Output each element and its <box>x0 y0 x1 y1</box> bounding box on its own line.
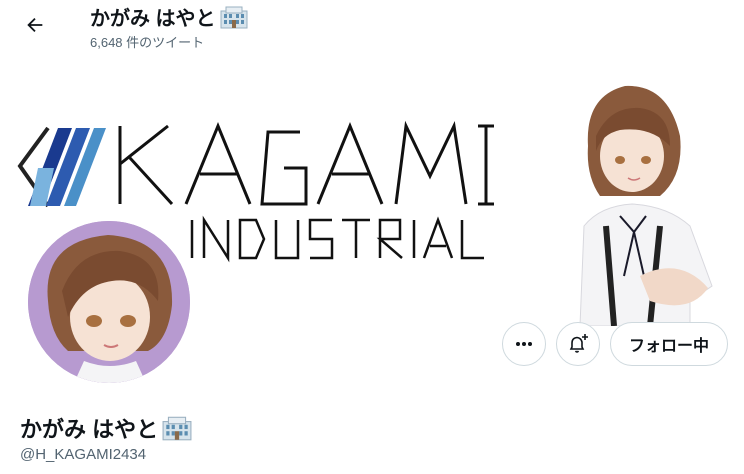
header-name: かがみ はやと <box>90 8 216 30</box>
profile-avatar[interactable] <box>25 218 193 386</box>
kagami-logo-mark <box>17 126 106 208</box>
more-button[interactable] <box>501 322 546 366</box>
profile-actions: フォロー中 <box>501 322 728 366</box>
kagami-wordmark <box>118 120 494 206</box>
display-name: かがみ はやと <box>20 417 159 442</box>
industrial-wordmark <box>190 215 484 263</box>
back-button[interactable] <box>18 8 52 42</box>
bell-plus-icon <box>569 334 588 353</box>
office-building-icon <box>162 416 192 441</box>
following-button[interactable]: フォロー中 <box>609 322 728 366</box>
tweet-count: 6,648 件のツイート <box>90 35 205 50</box>
avatar-image <box>28 221 190 383</box>
character-illustration <box>579 85 713 326</box>
notify-button[interactable] <box>555 322 600 366</box>
avatar-illustration <box>28 221 190 383</box>
header-title: かがみ はやと <box>90 2 248 31</box>
arrow-left-icon <box>27 17 43 33</box>
more-dots-icon <box>515 342 532 346</box>
profile-name-row: かがみ はやと <box>20 412 192 444</box>
user-handle: @H_KAGAMI2434 <box>20 446 147 463</box>
profile-header: かがみ はやと 6,648 件のツイート <box>0 0 744 56</box>
office-building-icon <box>220 6 248 28</box>
